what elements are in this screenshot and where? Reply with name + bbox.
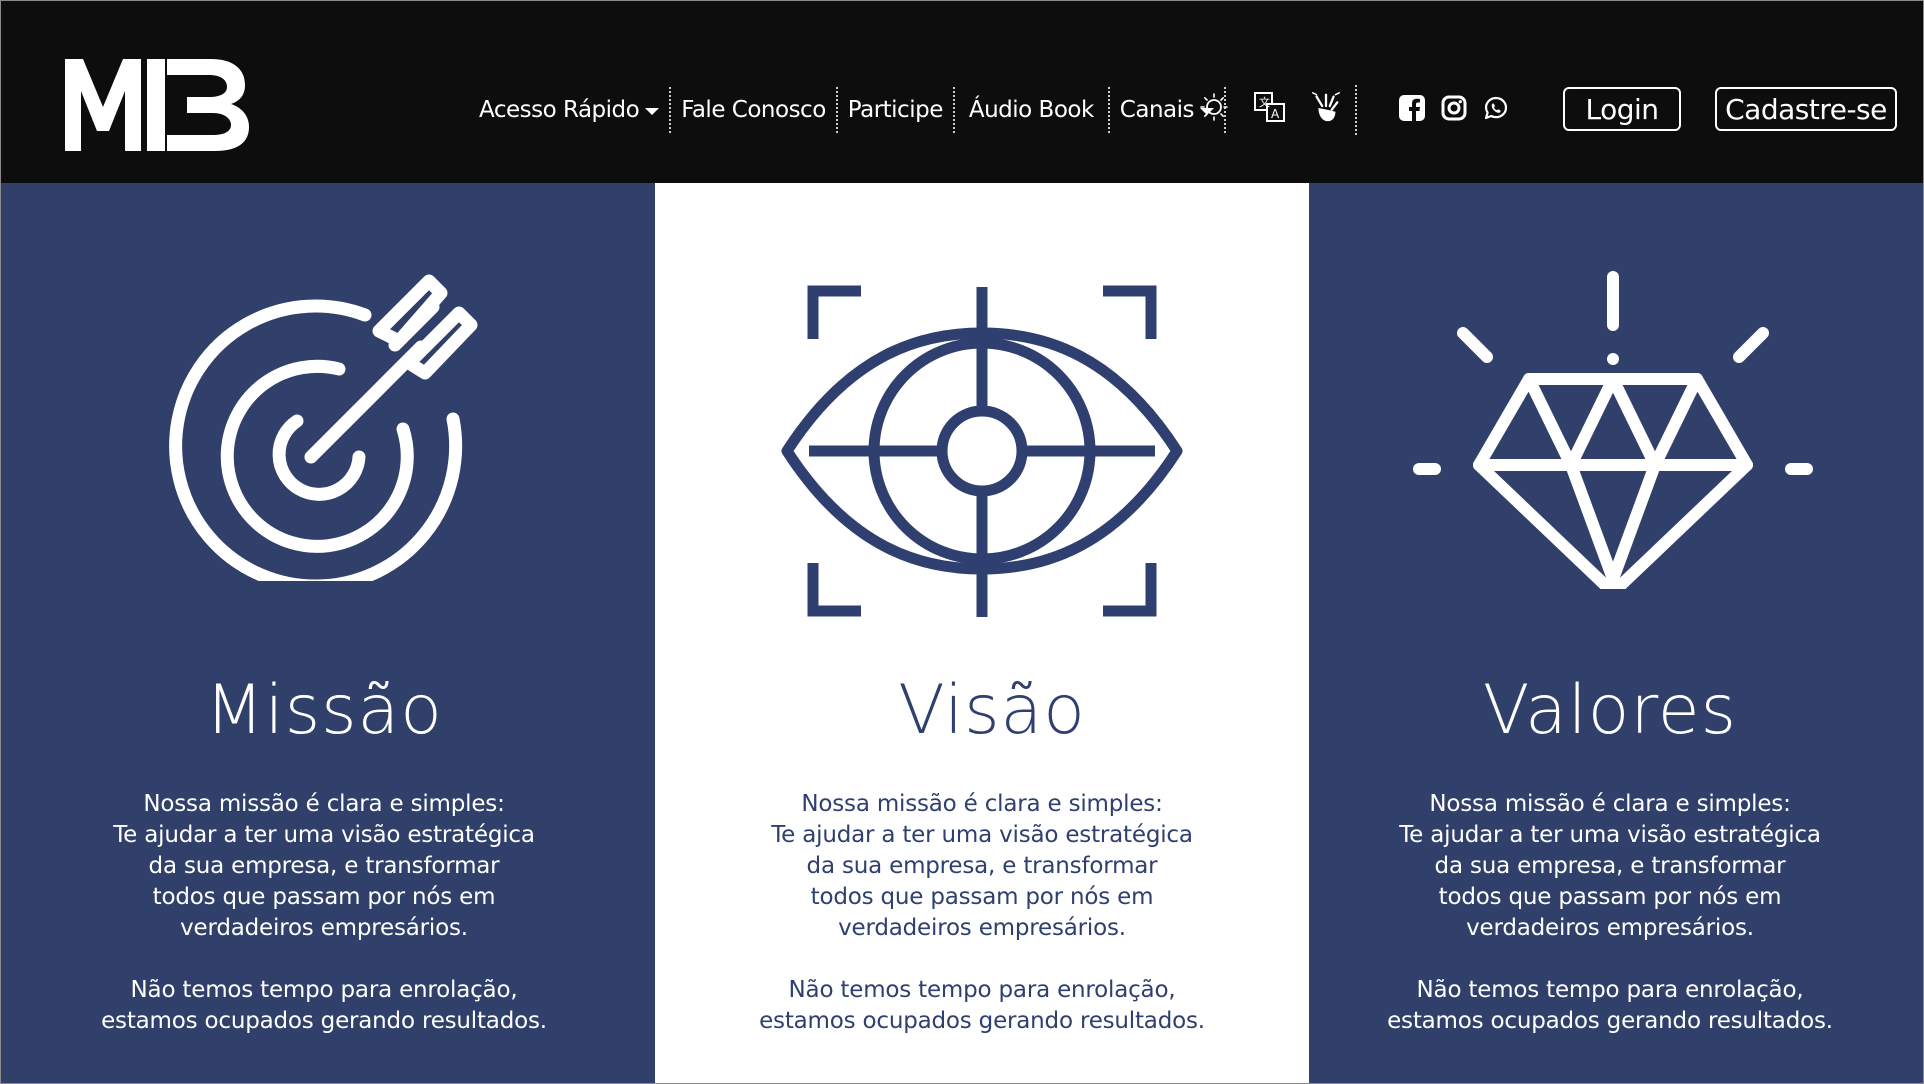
- header: Acesso Rápido Fale Conosco Participe Áud…: [1, 1, 1923, 183]
- nav-audio-book[interactable]: Áudio Book: [955, 87, 1108, 133]
- card-description: Nossa missão é clara e simples: Te ajuda…: [1303, 789, 1917, 1037]
- accessibility-tools: 文 A: [1197, 87, 1343, 127]
- social-links: [1397, 93, 1511, 123]
- signup-button[interactable]: Cadastre-se: [1715, 87, 1897, 131]
- desc-line: estamos ocupados gerando resultados.: [101, 1008, 547, 1034]
- desc-line: verdadeiros empresários.: [838, 915, 1126, 941]
- nav-label: Participe: [847, 97, 944, 123]
- desc-line: Nossa missão é clara e simples:: [1429, 791, 1791, 817]
- nav-acesso-rapido[interactable]: Acesso Rápido: [469, 87, 669, 133]
- nav-fale-conosco[interactable]: Fale Conosco: [671, 87, 836, 133]
- facebook-icon[interactable]: [1397, 93, 1427, 123]
- card-valores: Valores Nossa missão é clara e simples: …: [1309, 183, 1923, 1083]
- nav-label: Áudio Book: [968, 97, 1094, 123]
- desc-line: Não temos tempo para enrolação,: [130, 977, 518, 1003]
- card-description: Nossa missão é clara e simples: Te ajuda…: [655, 789, 1309, 1037]
- desc-line: Não temos tempo para enrolação,: [1416, 977, 1804, 1003]
- contrast-icon[interactable]: [1197, 87, 1231, 127]
- desc-line: todos que passam por nós em: [1438, 884, 1782, 910]
- desc-line: da sua empresa, e transformar: [1434, 853, 1786, 879]
- card-title: Valores: [1482, 671, 1738, 750]
- nav-label: Acesso Rápido: [479, 97, 640, 123]
- svg-text:A: A: [1271, 107, 1280, 121]
- desc-line: estamos ocupados gerando resultados.: [759, 1008, 1205, 1034]
- diamond-icon: [1401, 269, 1825, 594]
- sign-language-icon[interactable]: [1309, 87, 1343, 127]
- desc-line: Te ajudar a ter uma visão estratégica: [113, 822, 535, 848]
- desc-line: Nossa missão é clara e simples:: [801, 791, 1163, 817]
- desc-line: da sua empresa, e transformar: [148, 853, 500, 879]
- translate-icon[interactable]: 文 A: [1253, 87, 1287, 127]
- main-nav: Acesso Rápido Fale Conosco Participe Áud…: [469, 85, 1226, 135]
- toolbar-divider: [1355, 85, 1357, 135]
- desc-line: da sua empresa, e transformar: [806, 853, 1158, 879]
- desc-line: Nossa missão é clara e simples:: [143, 791, 505, 817]
- nav-label: Fale Conosco: [681, 97, 826, 123]
- chevron-down-icon: [645, 107, 660, 115]
- card-title: Missão: [205, 671, 443, 750]
- desc-line: Te ajudar a ter uma visão estratégica: [1399, 822, 1821, 848]
- nav-label: Canais: [1119, 97, 1195, 123]
- page: Acesso Rápido Fale Conosco Participe Áud…: [0, 0, 1924, 1084]
- desc-line: estamos ocupados gerando resultados.: [1387, 1008, 1833, 1034]
- whatsapp-icon[interactable]: [1481, 93, 1511, 123]
- eye-target-icon: [779, 285, 1185, 629]
- desc-line: verdadeiros empresários.: [1466, 915, 1754, 941]
- nav-participe[interactable]: Participe: [838, 87, 953, 133]
- card-title: Visão: [898, 671, 1086, 750]
- desc-line: Não temos tempo para enrolação,: [788, 977, 1176, 1003]
- card-missao: Missão Nossa missão é clara e simples: T…: [1, 183, 655, 1083]
- logo[interactable]: [65, 57, 249, 151]
- login-button[interactable]: Login: [1563, 87, 1681, 131]
- desc-line: todos que passam por nós em: [810, 884, 1154, 910]
- card-description: Nossa missão é clara e simples: Te ajuda…: [1, 789, 651, 1037]
- svg-text:文: 文: [1259, 95, 1270, 109]
- desc-line: verdadeiros empresários.: [180, 915, 468, 941]
- logo-mark: [65, 59, 249, 151]
- instagram-icon[interactable]: [1439, 93, 1469, 123]
- desc-line: todos que passam por nós em: [152, 884, 496, 910]
- desc-line: Te ajudar a ter uma visão estratégica: [771, 822, 1193, 848]
- card-visao: Visão Nossa missão é clara e simples: Te…: [655, 183, 1309, 1083]
- target-arrow-icon: [141, 261, 521, 593]
